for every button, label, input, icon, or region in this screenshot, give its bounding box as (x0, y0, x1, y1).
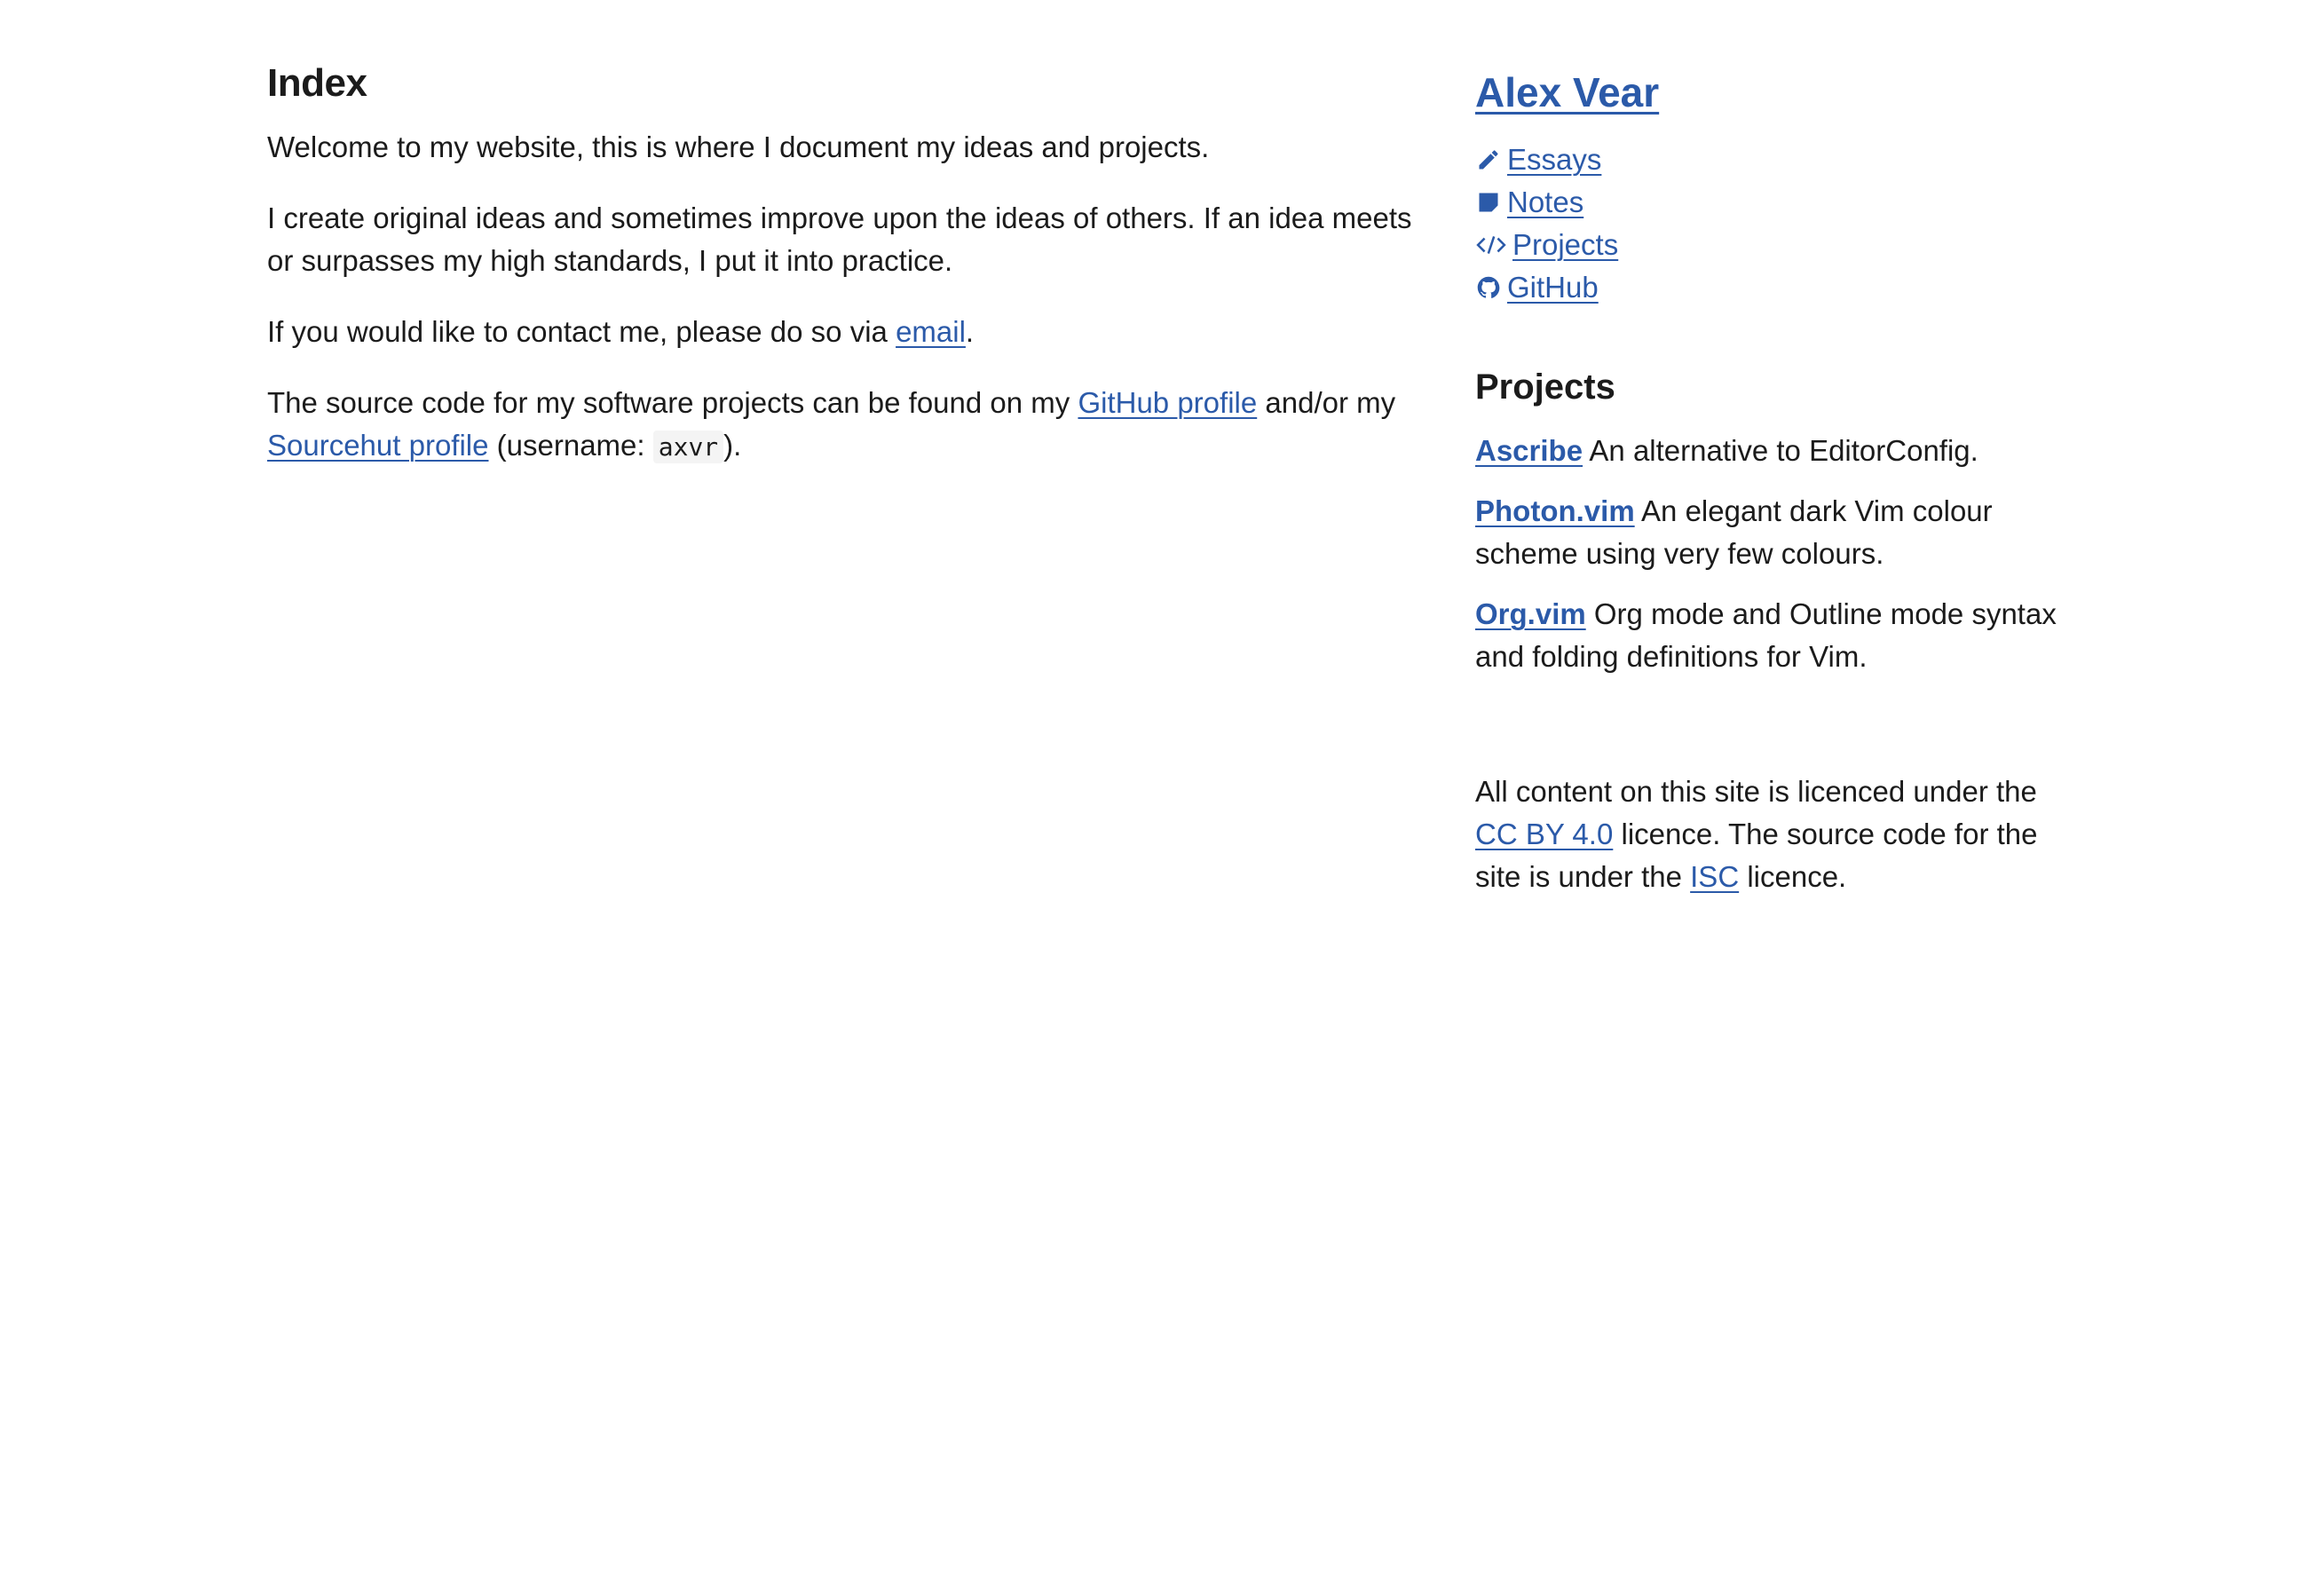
contact-suffix: . (965, 315, 975, 348)
nav-item-projects: Projects (1475, 224, 2061, 266)
source-paragraph: The source code for my software projects… (267, 382, 1430, 469)
nav-item-github: GitHub (1475, 266, 2061, 309)
nav-item-notes: Notes (1475, 181, 2061, 224)
nav-link-notes[interactable]: Notes (1507, 181, 1583, 224)
code-icon (1475, 232, 1507, 258)
ideas-text: I create original ideas and sometimes im… (267, 201, 1412, 277)
username-code: axvr (652, 431, 724, 463)
intro-text: Welcome to my website, this is where I d… (267, 130, 1210, 163)
github-icon (1475, 274, 1502, 301)
sourcehut-profile-link[interactable]: Sourcehut profile (267, 429, 488, 462)
page-title: Index (267, 61, 367, 105)
isc-link[interactable]: ISC (1690, 860, 1739, 893)
project-description: An alternative to EditorConfig. (1589, 434, 1978, 467)
contact-prefix: If you would like to contact me, please … (267, 315, 888, 348)
site-title-link[interactable]: Alex Vear (1475, 69, 1659, 115)
contact-paragraph: If you would like to contact me, please … (267, 311, 1430, 353)
source-middle: and/or my (1265, 386, 1396, 419)
project-item: Ascribe An alternative to EditorConfig. (1475, 430, 2061, 472)
cc-by-link[interactable]: CC BY 4.0 (1475, 818, 1613, 850)
intro-paragraph: Welcome to my website, this is where I d… (267, 126, 1430, 169)
project-item: Org.vim Org mode and Outline mode syntax… (1475, 593, 2061, 678)
project-link-org[interactable]: Org.vim (1475, 597, 1586, 630)
pencil-icon (1475, 146, 1502, 173)
projects-heading: Projects (1475, 367, 1615, 407)
sticky-note-icon (1475, 189, 1502, 216)
source-prefix: The source code for my software projects… (267, 386, 1070, 419)
project-link-ascribe[interactable]: Ascribe (1475, 434, 1583, 467)
page: Index Welcome to my website, this is whe… (0, 0, 2306, 1596)
nav-item-essays: Essays (1475, 138, 2061, 181)
main-content: Index Welcome to my website, this is whe… (267, 59, 1430, 497)
github-profile-link[interactable]: GitHub profile (1078, 386, 1257, 419)
nav-link-essays[interactable]: Essays (1507, 138, 1601, 181)
email-link[interactable]: email (896, 315, 966, 348)
username-suffix: ). (723, 429, 742, 462)
licence-prefix: All content on this site is licenced und… (1475, 775, 2037, 808)
nav-link-projects[interactable]: Projects (1512, 224, 1618, 266)
sidebar: Alex Vear Essays Notes Projects GitHub P… (1475, 59, 2061, 928)
ideas-paragraph: I create original ideas and sometimes im… (267, 197, 1430, 282)
username-prefix: (username: (496, 429, 645, 462)
site-title: Alex Vear (1475, 66, 2061, 119)
site-nav: Essays Notes Projects GitHub (1475, 138, 2061, 309)
project-item: Photon.vim An elegant dark Vim colour sc… (1475, 490, 2061, 575)
licence-suffix: licence. (1747, 860, 1847, 893)
licence-notice: All content on this site is licenced und… (1475, 770, 2061, 898)
nav-link-github[interactable]: GitHub (1507, 266, 1599, 309)
project-link-photon[interactable]: Photon.vim (1475, 494, 1635, 527)
